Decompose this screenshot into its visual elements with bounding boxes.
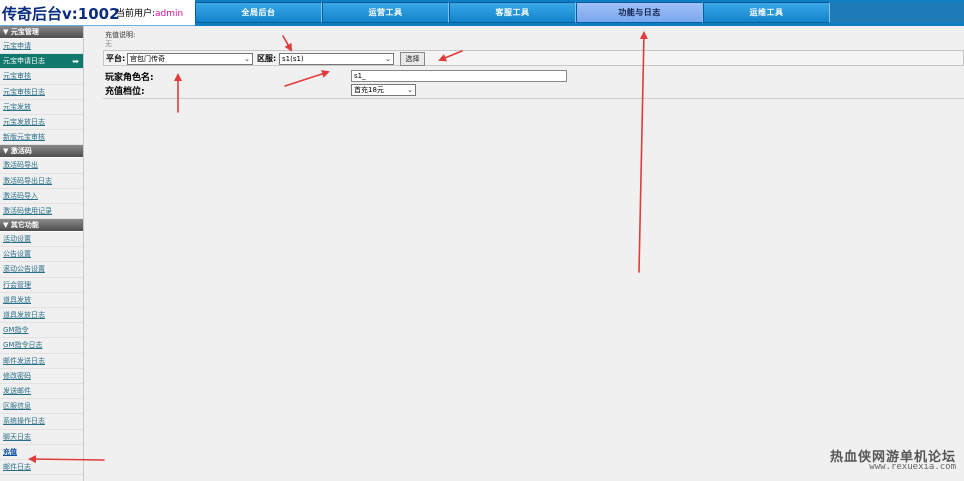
form-divider	[103, 98, 964, 99]
arrow-to-tab	[638, 31, 648, 273]
tab-features-logs[interactable]: 功能与日志	[576, 2, 703, 23]
sidebar-item-label: 元宝申请日志	[3, 57, 45, 66]
platform-select[interactable]: 官包门传奇 ⌄	[127, 53, 253, 65]
header-brand-area: 传奇后台v:1002 当前用户:admin	[0, 0, 195, 26]
sidebar: ▼ 元宝管理 元宝申请 元宝申请日志 ➡ 元宝审核 元宝审核日志 元宝发放 元宝发…	[0, 26, 84, 481]
role-name-label: 玩家角色名:	[105, 73, 154, 83]
sidebar-item-mail-log[interactable]: 邮件日志	[0, 460, 83, 476]
sidebar-item-code-export[interactable]: 激活码导出	[0, 158, 83, 174]
sidebar-item-code-export-log[interactable]: 激活码导出日志	[0, 174, 83, 189]
zone-select[interactable]: s1(s1) ⌄	[279, 53, 394, 65]
sidebar-item-zone-info[interactable]: 区服信息	[0, 399, 83, 415]
nav-filler	[830, 2, 964, 23]
sidebar-item-activity-settings[interactable]: 活动设置	[0, 232, 83, 248]
sidebar-item-yuanbao-review[interactable]: 元宝审核	[0, 69, 83, 85]
sidebar-item-yuanbao-review-log[interactable]: 元宝审核日志	[0, 85, 83, 100]
sidebar-item-gm-command-log[interactable]: GM指令日志	[0, 338, 83, 354]
current-username: admin	[155, 9, 184, 19]
sidebar-item-item-issue-log[interactable]: 道具发放日志	[0, 308, 83, 324]
sidebar-section-activation[interactable]: ▼ 激活码	[0, 145, 83, 159]
arrow-right-icon: ➡	[72, 57, 79, 67]
platform-select-value: 官包门传奇	[130, 55, 165, 63]
app-title: 传奇后台v:1002	[2, 5, 120, 23]
watermark-url: www.rexuexia.com	[869, 462, 956, 472]
sidebar-item-guild-manage[interactable]: 行会管理	[0, 278, 83, 293]
sidebar-item-chat-log[interactable]: 聊天日志	[0, 430, 83, 445]
role-name-row: 玩家角色名: s1_	[103, 70, 964, 83]
chevron-down-icon: ⌄	[244, 55, 250, 63]
sidebar-item-yuanbao-issue-log[interactable]: 元宝发放日志	[0, 115, 83, 131]
filter-bar: 平台: 官包门传奇 ⌄ 区服: s1(s1) ⌄ 选择	[103, 50, 964, 66]
sidebar-item-notice-settings[interactable]: 公告设置	[0, 247, 83, 263]
sidebar-item-code-import[interactable]: 激活码导入	[0, 189, 83, 204]
select-button[interactable]: 选择	[400, 52, 425, 66]
sidebar-item-recharge[interactable]: 充值	[0, 445, 83, 460]
sidebar-item-system-log[interactable]: 系统操作日志	[0, 414, 83, 430]
sidebar-section-yuanbao[interactable]: ▼ 元宝管理	[0, 26, 83, 39]
sidebar-item-gm-command[interactable]: GM指令	[0, 323, 83, 339]
sidebar-item-yuanbao-apply[interactable]: 元宝申请	[0, 39, 83, 55]
sidebar-section-other[interactable]: ▼ 其它功能	[0, 219, 83, 233]
chevron-down-icon: ⌄	[407, 86, 413, 94]
tab-global[interactable]: 全局后台	[195, 2, 322, 23]
recharge-tier-label: 充值档位:	[105, 87, 145, 97]
sidebar-item-send-mail[interactable]: 发送邮件	[0, 384, 83, 400]
platform-label: 平台:	[106, 54, 126, 63]
description-value: 无	[105, 40, 112, 48]
current-user-label: 当前用户:	[116, 9, 156, 19]
recharge-tier-select[interactable]: 首充18元 ⌄	[351, 84, 416, 96]
sidebar-item-mail-send-log[interactable]: 邮件发送日志	[0, 354, 83, 369]
sidebar-item-item-issue[interactable]: 道具发放	[0, 293, 83, 308]
zone-select-value: s1(s1)	[282, 55, 304, 63]
sidebar-item-change-password[interactable]: 修改密码	[0, 369, 83, 384]
current-user: 当前用户:admin	[116, 6, 183, 19]
chevron-down-icon: ⌄	[385, 55, 391, 63]
recharge-tier-value: 首充18元	[354, 86, 384, 94]
sidebar-item-scroll-notice[interactable]: 滚动公告设置	[0, 262, 83, 278]
sidebar-item-code-usage[interactable]: 激活码使用记录	[0, 204, 83, 220]
sidebar-item-yuanbao-new-review[interactable]: 新版元宝审核	[0, 130, 83, 146]
tab-operations[interactable]: 运营工具	[322, 2, 449, 23]
main-nav: 全局后台 运营工具 客服工具 功能与日志 运维工具	[195, 2, 830, 23]
tab-maintenance[interactable]: 运维工具	[703, 2, 830, 23]
role-name-input[interactable]: s1_	[351, 70, 567, 82]
sidebar-item-yuanbao-apply-log[interactable]: 元宝申请日志 ➡	[0, 54, 83, 70]
zone-label: 区服:	[257, 54, 277, 63]
recharge-tier-row: 充值档位: 首充18元 ⌄	[103, 84, 964, 97]
top-header: 传奇后台v:1002 当前用户:admin 全局后台 运营工具 客服工具 功能与…	[0, 0, 964, 26]
recharge-description: 充值说明: 无	[104, 28, 964, 50]
sidebar-item-yuanbao-issue[interactable]: 元宝发放	[0, 100, 83, 115]
tab-customer-service[interactable]: 客服工具	[449, 2, 576, 23]
